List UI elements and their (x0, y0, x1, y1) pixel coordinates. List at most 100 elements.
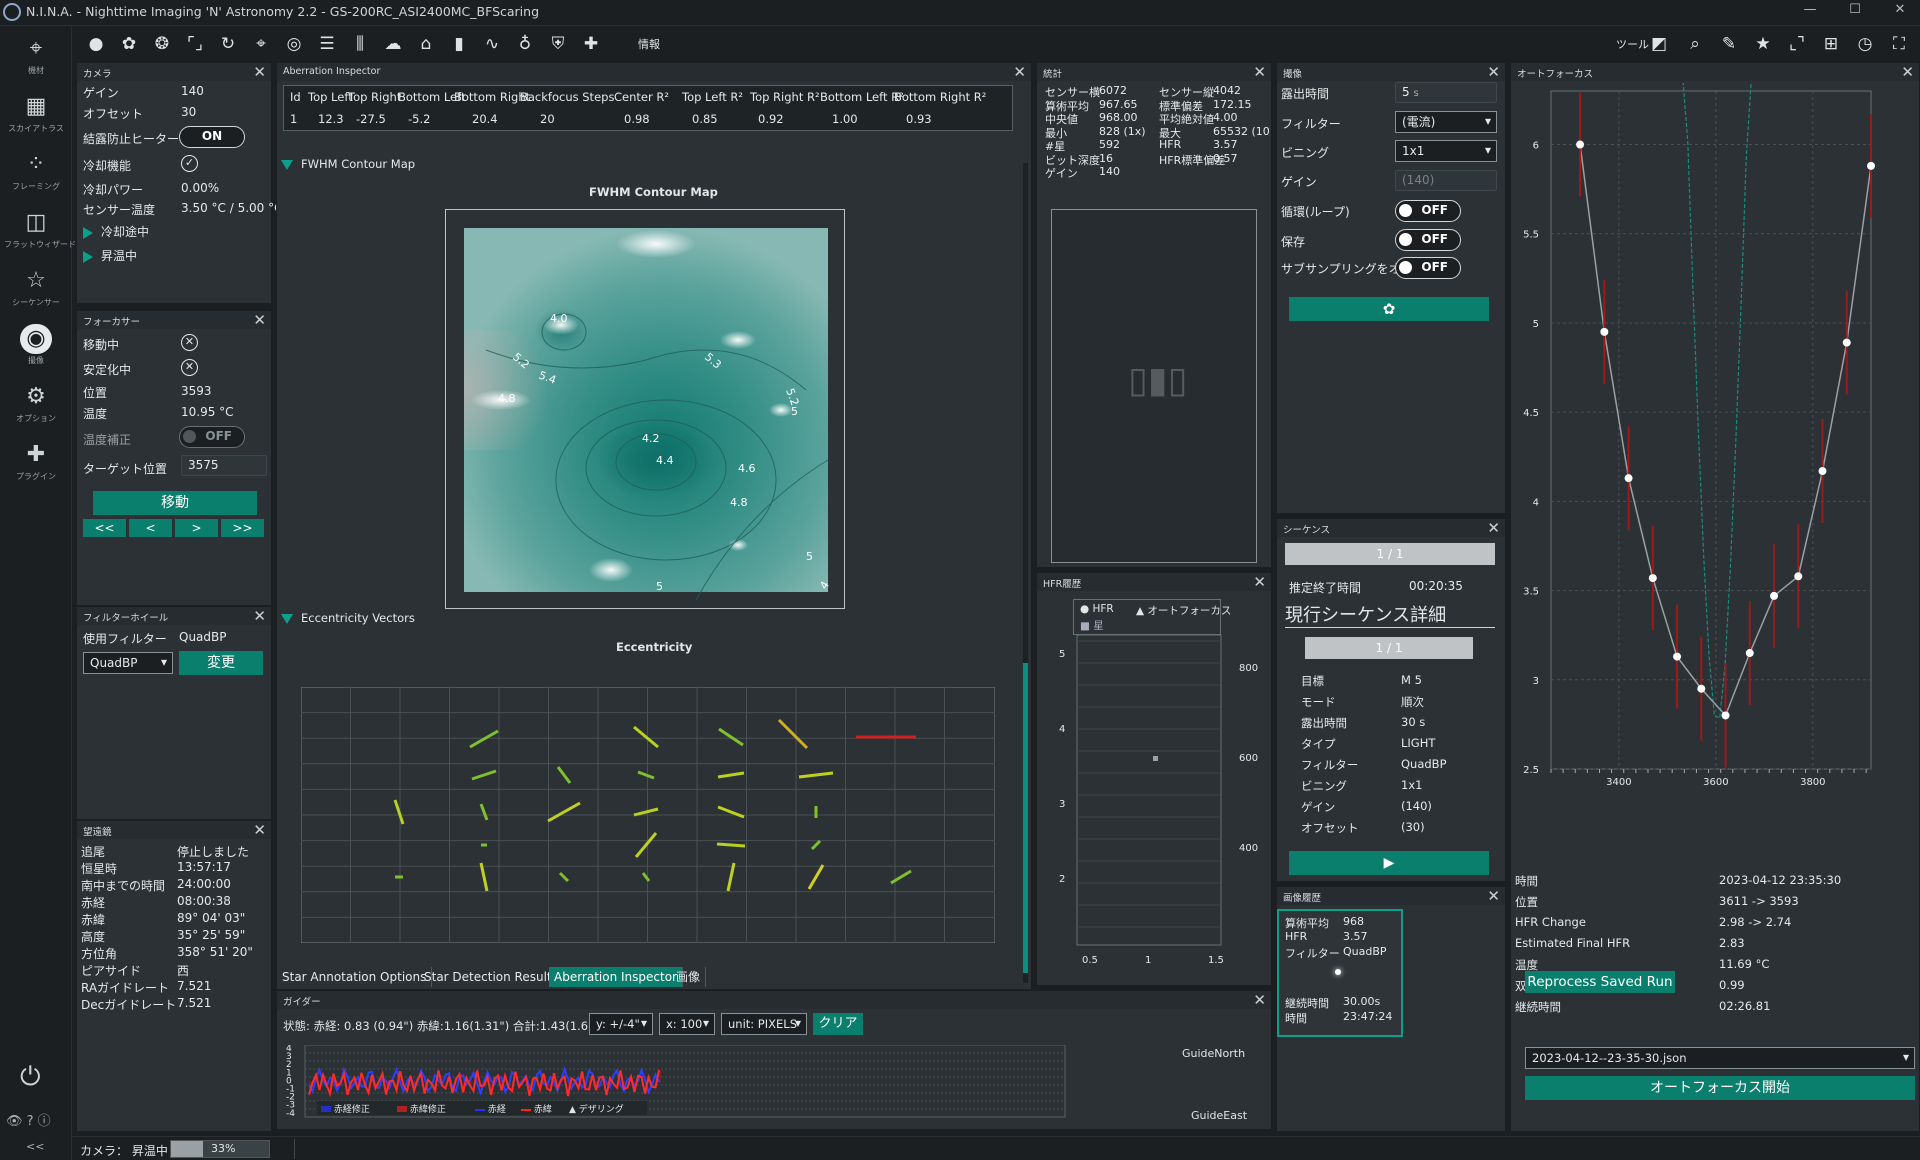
telescope-icon: ⌖ (29, 36, 43, 61)
sliders-icon[interactable]: ⫼ (349, 33, 371, 55)
temp-comp-toggle[interactable]: OFF (179, 426, 245, 448)
exposure-input[interactable]: 5 s (1395, 82, 1497, 103)
reprocess-button[interactable]: Reprocess Saved Run (1525, 971, 1675, 993)
power-icon[interactable]: ⏻ (20, 1062, 41, 1093)
ecc-expander[interactable]: Eccentricity Vectors (281, 611, 415, 625)
close-icon[interactable]: ✕ (1013, 63, 1026, 81)
target-position-input[interactable]: 3575 (181, 455, 267, 476)
af-y-tick: 3.5 (1523, 587, 1539, 598)
hfr-graph-icon[interactable]: ∿ (481, 33, 503, 55)
nav-equipment[interactable]: ⌖ 機材 (4, 34, 68, 76)
legend-dec: 赤緯 (533, 1105, 552, 1115)
step-right-big-button[interactable]: >> (221, 519, 264, 537)
cooling-expander[interactable]: 冷却途中 (83, 223, 149, 240)
close-icon[interactable]: ✕ (253, 821, 266, 839)
x-scale-select[interactable]: x: 100 (659, 1013, 715, 1035)
nav-options[interactable]: ⚙ オプション (4, 382, 68, 424)
bar-chart-icon[interactable]: ▮ (448, 33, 470, 55)
telescope-row-label: Decガイドレート (81, 998, 177, 1012)
close-icon[interactable]: ✕ (253, 63, 266, 81)
history-thumb[interactable]: 算術平均 968 HFR 3.57 フィルター QuadBP 継続時間 30.00s 時間 23… (1277, 909, 1403, 1037)
dew-heater-toggle[interactable]: ON (179, 126, 245, 148)
nav-flatwizard[interactable]: ◫ フラットウィザード (4, 208, 76, 250)
move-button[interactable]: 移動 (93, 491, 257, 515)
nav-framing[interactable]: ⁘ フレーミング (4, 150, 68, 192)
gain-input[interactable]: (140) (1395, 170, 1497, 191)
dome-icon[interactable]: ⌂ (415, 33, 437, 55)
close-window-button[interactable]: ✕ (1885, 2, 1915, 22)
close-icon[interactable]: ✕ (253, 607, 266, 625)
tab-star-detection[interactable]: Star Detection Results (419, 967, 564, 987)
minimize-button[interactable]: — (1795, 2, 1825, 22)
imaging-filter-select[interactable]: (電流) (1395, 111, 1497, 133)
close-icon[interactable]: ✕ (1901, 63, 1914, 81)
filter-select[interactable]: QuadBP (83, 652, 173, 674)
close-icon[interactable]: ✕ (1253, 573, 1266, 591)
nav-imaging[interactable]: ◉ 撮像 (4, 324, 68, 366)
nav-skyatlas[interactable]: ▦ スカイアトラス (4, 92, 68, 134)
warming-expander[interactable]: 昇温中 (83, 247, 137, 264)
eye-help-info-icons[interactable]: 👁 ? ⓘ (6, 1110, 51, 1129)
guider-icon[interactable]: ◎ (283, 33, 305, 55)
panel-header: ガイダー (277, 991, 1271, 1009)
tab-star-annotation[interactable]: Star Annotation Options (277, 967, 433, 987)
shield-icon[interactable]: ⛨ (547, 33, 569, 55)
table-cell: 1 (290, 112, 298, 126)
weather-icon[interactable]: ☁ (382, 33, 404, 55)
telescope-panel: 望遠鏡 ✕ 追尾 停止しました 恒星時 13:57:17 南中までの時間 24:00:00 赤… (76, 820, 272, 1132)
nav-sequencer[interactable]: ☆ シーケンサー (4, 266, 68, 308)
bulb-icon[interactable]: ♁ (514, 33, 536, 55)
list-icon[interactable]: ☰ (316, 33, 338, 55)
sensor-temp-value: 3.50 °C / 5.00 °C (181, 201, 283, 215)
start-sequence-button[interactable]: ▶ (1289, 851, 1489, 875)
zoom-icon[interactable]: ⌕ (1684, 33, 1706, 55)
history-icon[interactable]: ◷ (1854, 33, 1876, 55)
camera-icon[interactable]: ● (85, 33, 107, 55)
start-autofocus-button[interactable]: オートフォーカス開始 (1525, 1076, 1915, 1100)
focuser-icon[interactable]: ❂ (151, 33, 173, 55)
subsample-toggle[interactable]: OFF (1395, 257, 1461, 279)
ruler-icon[interactable]: ◩ (1648, 33, 1670, 55)
info-label[interactable]: 情報 (638, 36, 660, 52)
position-label: 位置 (83, 386, 108, 400)
puzzle-icon[interactable]: ✚ (580, 33, 602, 55)
change-filter-button[interactable]: 変更 (179, 651, 263, 675)
scrollbar[interactable] (1023, 163, 1028, 983)
maximize-button[interactable]: ☐ (1840, 2, 1870, 22)
tools-label[interactable]: ツール (1616, 36, 1649, 52)
autofocus-file-select[interactable]: 2023-04-12--23-35-30.json (1525, 1047, 1915, 1069)
grid-icon[interactable]: ⊞ (1820, 33, 1842, 55)
close-icon[interactable]: ✕ (1487, 887, 1500, 905)
expander-label: Eccentricity Vectors (301, 611, 415, 625)
close-icon[interactable]: ✕ (1487, 519, 1500, 537)
loop-toggle[interactable]: OFF (1395, 200, 1461, 222)
af-icon[interactable]: ⌞⌝ (1786, 33, 1808, 55)
filterwheel-icon[interactable]: ✿ (118, 33, 140, 55)
pencil-icon[interactable]: ✎ (1718, 33, 1740, 55)
step-left-button[interactable]: < (129, 519, 172, 537)
rotator-icon[interactable]: ↻ (217, 33, 239, 55)
binning-select[interactable]: 1x1 (1395, 140, 1497, 162)
save-toggle[interactable]: OFF (1395, 229, 1461, 251)
capture-button[interactable]: ✿ (1289, 297, 1489, 321)
contour-expander[interactable]: FWHM Contour Map (281, 157, 415, 171)
star-icon[interactable]: ★ (1752, 33, 1774, 55)
nav-plugins[interactable]: ✚ プラグイン (4, 440, 68, 482)
tab-image[interactable]: 画像 (671, 967, 707, 987)
crop-icon[interactable]: ⌜⌟ (184, 33, 206, 55)
collapse-icon[interactable]: << (26, 1140, 44, 1153)
unit-select[interactable]: unit: PIXELS (721, 1013, 807, 1035)
toggle-text: OFF (1421, 203, 1448, 217)
step-left-big-button[interactable]: << (83, 519, 126, 537)
close-icon[interactable]: ✕ (253, 311, 266, 329)
telescope-tb-icon[interactable]: ⌖ (250, 33, 272, 55)
y-scale-select[interactable]: y: +/-4" (589, 1013, 653, 1035)
clear-button[interactable]: クリア (813, 1013, 863, 1035)
tab-aberration-inspector[interactable]: Aberration Inspector (549, 967, 683, 987)
close-icon[interactable]: ✕ (1253, 991, 1266, 1009)
fullscreen-icon[interactable]: ⛶ (1888, 33, 1910, 55)
table-cell: 0.98 (624, 112, 650, 126)
close-icon[interactable]: ✕ (1253, 63, 1266, 81)
step-right-button[interactable]: > (175, 519, 218, 537)
close-icon[interactable]: ✕ (1487, 63, 1500, 81)
